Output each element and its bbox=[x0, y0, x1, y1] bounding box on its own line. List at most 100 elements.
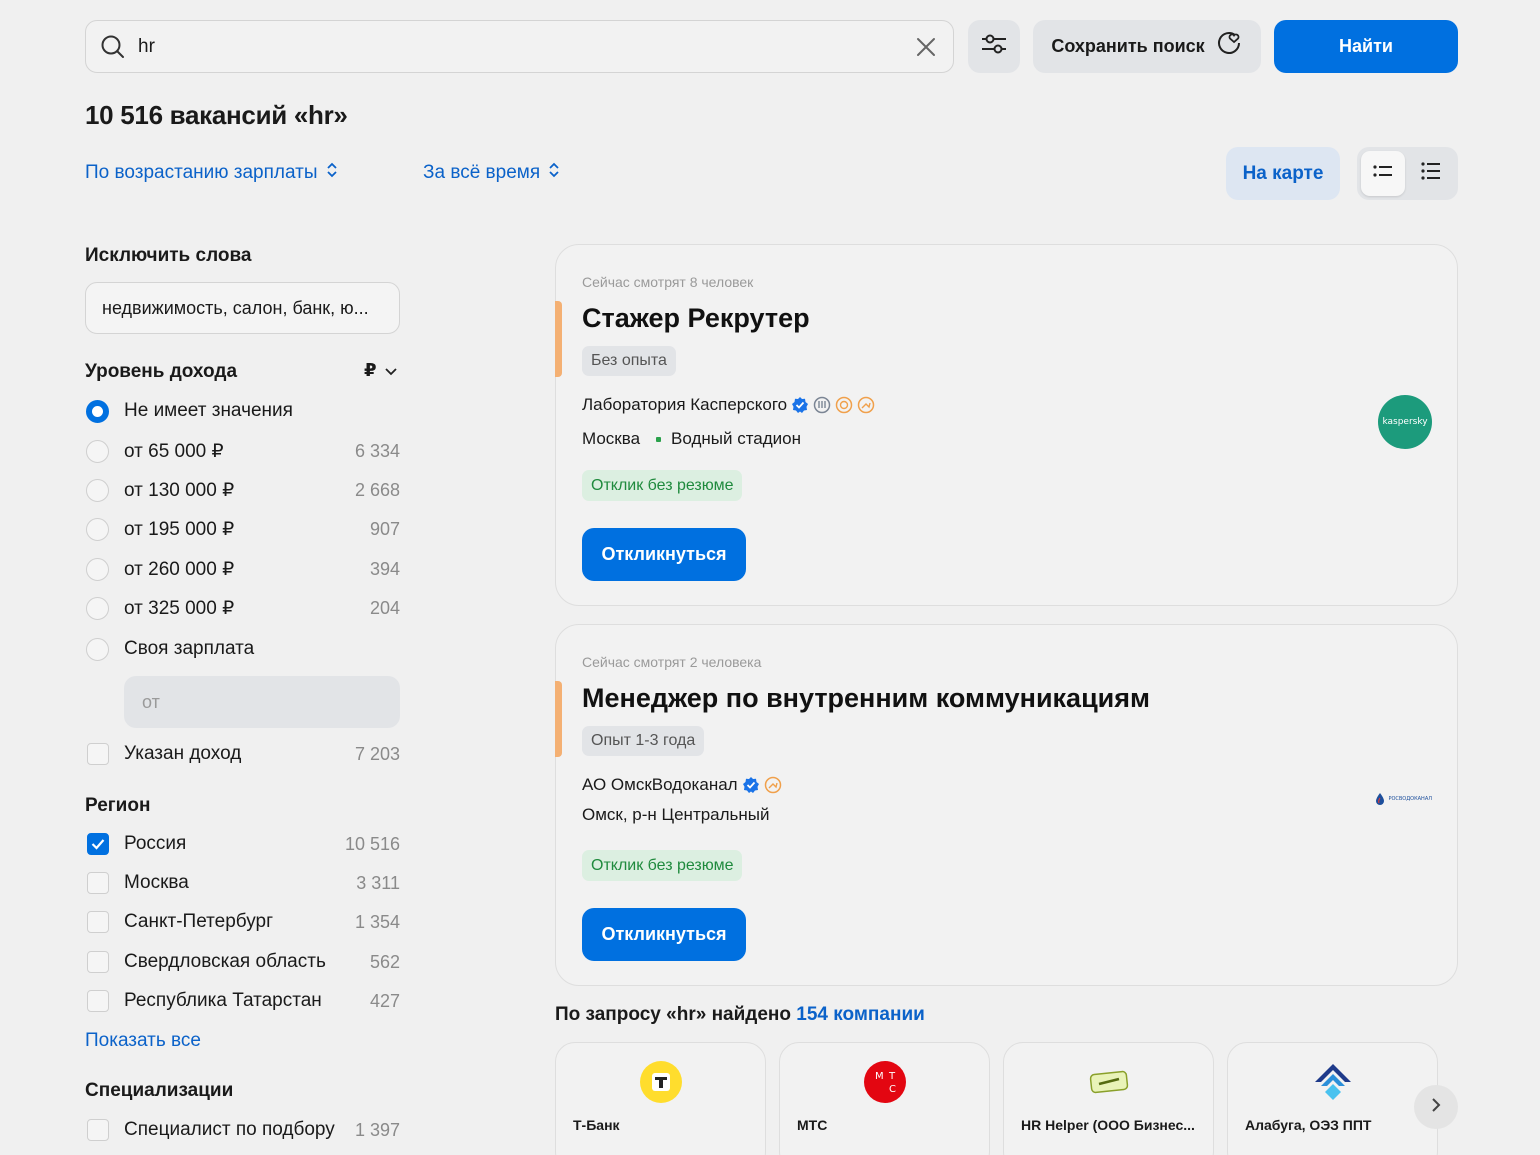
region-option[interactable]: Республика Татарстан 427 bbox=[85, 985, 400, 1017]
company-link[interactable]: АО ОмскВодоканал bbox=[582, 775, 782, 795]
sort-order-select[interactable]: По возрастанию зарплаты bbox=[85, 161, 338, 185]
exclude-words-title: Исключить слова bbox=[85, 245, 252, 266]
apply-button[interactable]: Откликнуться bbox=[582, 908, 746, 961]
location: Москва Водный стадион bbox=[582, 429, 801, 449]
region-option[interactable]: Москва 3 311 bbox=[85, 867, 400, 899]
vacancy-card[interactable]: Сейчас смотрят 2 человека Менеджер по вн… bbox=[555, 624, 1458, 986]
accreditation-icon bbox=[813, 396, 831, 414]
checkbox[interactable] bbox=[87, 990, 109, 1012]
experience-badge: Без опыта bbox=[582, 346, 676, 376]
company-name: Алабуга, ОЭЗ ППТ bbox=[1245, 1117, 1372, 1133]
income-option[interactable]: Не имеет значения bbox=[85, 395, 400, 427]
chevron-down-icon bbox=[384, 360, 397, 381]
period-select[interactable]: За всё время bbox=[423, 161, 560, 185]
metro-icon bbox=[656, 436, 662, 442]
vacancy-title-link[interactable]: Менеджер по внутренним коммуникациям bbox=[582, 683, 1150, 714]
experience-badge: Опыт 1-3 года bbox=[582, 726, 705, 756]
water-drop-icon bbox=[1376, 793, 1385, 805]
radio-button[interactable] bbox=[86, 517, 109, 541]
custom-salary-input[interactable]: от bbox=[124, 676, 400, 728]
search-box[interactable] bbox=[85, 20, 954, 73]
vacancy-card[interactable]: Сейчас смотрят 8 человек Стажер Рекрутер… bbox=[555, 244, 1458, 606]
company-link[interactable]: Лаборатория Касперского bbox=[582, 395, 875, 415]
region-option-count: 3 311 bbox=[356, 872, 400, 893]
radio-button[interactable] bbox=[86, 596, 109, 620]
region-option-count: 1 354 bbox=[354, 911, 400, 932]
full-list-view-button[interactable] bbox=[1409, 151, 1453, 196]
metro-station: Водный стадион bbox=[671, 429, 802, 448]
map-button[interactable]: На карте bbox=[1226, 147, 1340, 200]
alabuga-logo bbox=[1310, 1059, 1356, 1105]
company-card[interactable]: HR Helper (ООО Бизнес... bbox=[1003, 1042, 1214, 1155]
heart-refresh-icon bbox=[1215, 30, 1243, 63]
region-option[interactable]: Санкт-Петербург 1 354 bbox=[85, 906, 400, 938]
find-button[interactable]: Найти bbox=[1274, 20, 1458, 73]
company-name: Лаборатория Касперского bbox=[582, 395, 788, 414]
vacancy-title-link[interactable]: Стажер Рекрутер bbox=[582, 303, 810, 334]
company-card[interactable]: Т-Банк bbox=[555, 1042, 766, 1155]
checkbox[interactable] bbox=[87, 872, 109, 894]
verified-icon bbox=[791, 396, 809, 414]
income-option[interactable]: от 325 000 ₽ 204 bbox=[85, 592, 400, 624]
chevron-up-down-icon bbox=[326, 161, 338, 185]
watching-count: Сейчас смотрят 8 человек bbox=[582, 274, 754, 290]
search-input[interactable] bbox=[138, 35, 913, 58]
checkbox[interactable] bbox=[87, 743, 109, 765]
tbank-logo bbox=[638, 1059, 684, 1105]
radio-button[interactable] bbox=[86, 557, 109, 581]
income-option[interactable]: от 195 000 ₽ 907 bbox=[85, 513, 400, 545]
logo-text: kaspersky bbox=[1382, 417, 1428, 427]
radio-button[interactable] bbox=[86, 399, 109, 423]
radio-button[interactable] bbox=[86, 439, 109, 463]
region-option[interactable]: Россия 10 516 bbox=[85, 828, 400, 860]
checkbox[interactable] bbox=[87, 911, 109, 933]
company-card[interactable]: МТС МТС bbox=[779, 1042, 990, 1155]
company-card[interactable]: Алабуга, ОЭЗ ППТ bbox=[1227, 1042, 1438, 1155]
specialization-option[interactable]: Специалист по подбору 1 397 bbox=[85, 1114, 400, 1146]
income-option-label: от 130 000 ₽ bbox=[124, 479, 235, 501]
checkbox[interactable] bbox=[87, 1119, 109, 1141]
income-specified-option[interactable]: Указан доход 7 203 bbox=[85, 738, 400, 770]
companies-count-link[interactable]: 154 компании bbox=[796, 1004, 925, 1025]
income-option[interactable]: от 65 000 ₽ 6 334 bbox=[85, 435, 400, 467]
show-all-regions-link[interactable]: Показать все bbox=[85, 1030, 201, 1052]
radio-button[interactable] bbox=[86, 637, 109, 661]
region-option-label: Санкт-Петербург bbox=[124, 911, 274, 932]
watching-count: Сейчас смотрят 2 человека bbox=[582, 654, 762, 670]
check-icon bbox=[91, 839, 105, 850]
close-icon[interactable] bbox=[913, 34, 939, 60]
company-logo[interactable]: kaspersky bbox=[1378, 395, 1432, 449]
company-name: HR Helper (ООО Бизнес... bbox=[1021, 1117, 1195, 1133]
filters-button[interactable] bbox=[968, 20, 1020, 73]
companies-found-prefix: По запросу «hr» найдено bbox=[555, 1004, 791, 1025]
list-icon bbox=[1421, 162, 1441, 185]
sliders-icon bbox=[981, 33, 1007, 60]
save-search-button[interactable]: Сохранить поиск bbox=[1033, 20, 1261, 73]
radio-button[interactable] bbox=[86, 478, 109, 502]
company-logo[interactable]: РОСВОДОКАНАЛ bbox=[1375, 792, 1432, 806]
apply-button[interactable]: Откликнуться bbox=[582, 528, 746, 581]
specialization-option-count: 1 397 bbox=[354, 1119, 400, 1140]
income-option[interactable]: Своя зарплата bbox=[85, 633, 400, 665]
income-title: Уровень дохода bbox=[85, 361, 238, 382]
region-option[interactable]: Свердловская область 562 bbox=[85, 946, 400, 978]
companies-found-title: По запросу «hr» найдено 154 компании bbox=[555, 1004, 925, 1026]
verified-icon bbox=[742, 776, 760, 794]
income-option-label: от 195 000 ₽ bbox=[124, 518, 235, 540]
income-option-count: 2 668 bbox=[354, 479, 400, 500]
income-option[interactable]: от 130 000 ₽ 2 668 bbox=[85, 474, 400, 506]
company-name: МТС bbox=[797, 1117, 828, 1133]
income-option-label: Своя зарплата bbox=[124, 638, 255, 659]
no-resume-badge: Отклик без резюме bbox=[582, 470, 743, 501]
income-option-label: от 65 000 ₽ bbox=[124, 440, 224, 462]
compact-list-view-button[interactable] bbox=[1361, 151, 1405, 196]
checkbox[interactable] bbox=[87, 833, 109, 855]
income-specified-count: 7 203 bbox=[354, 743, 400, 764]
compact-list-icon bbox=[1373, 164, 1393, 183]
exclude-words-input[interactable]: недвижимость, салон, банк, ю... bbox=[85, 282, 400, 334]
currency-select[interactable]: ₽ bbox=[364, 360, 397, 381]
income-option[interactable]: от 260 000 ₽ 394 bbox=[85, 553, 400, 585]
carousel-next-button[interactable] bbox=[1414, 1085, 1458, 1129]
highlight-accent bbox=[555, 681, 562, 757]
checkbox[interactable] bbox=[87, 951, 109, 973]
